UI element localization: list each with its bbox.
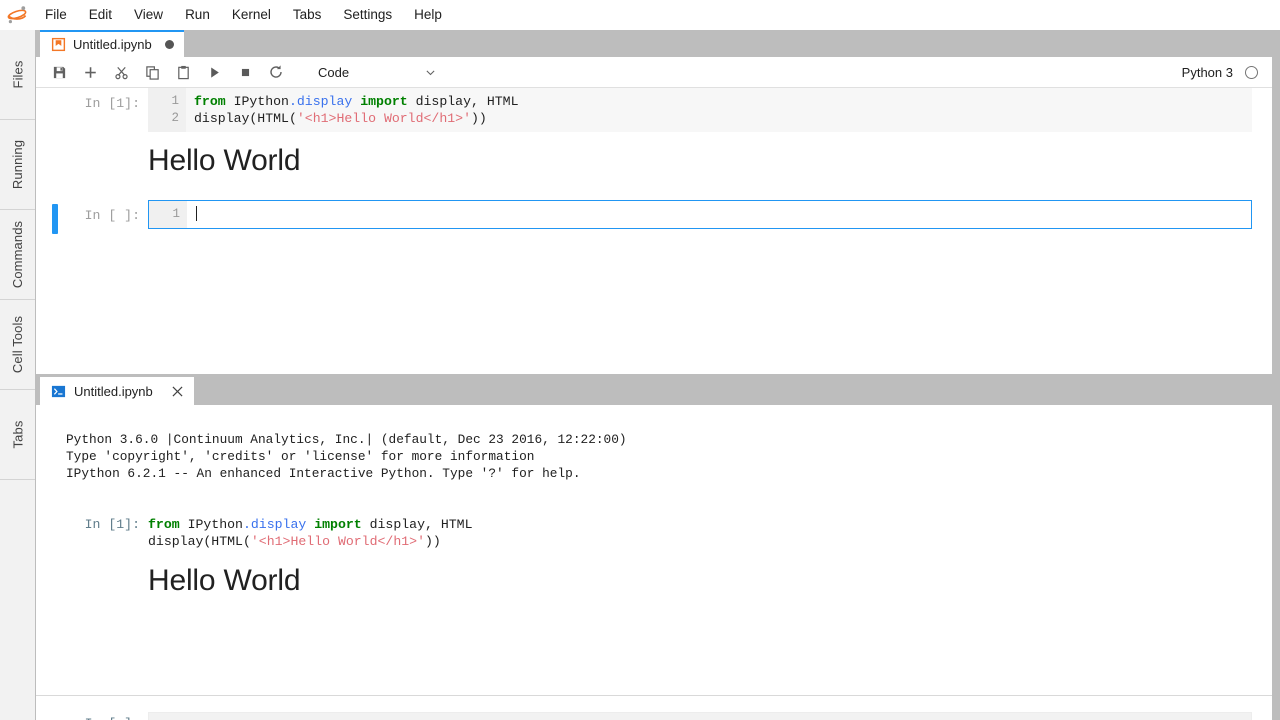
cell-source-code[interactable]: from IPython.display import display, HTM… [186, 88, 1252, 132]
console-input-editor[interactable] [148, 712, 1252, 720]
cell-source-code[interactable] [187, 201, 1251, 228]
insert-cell-button[interactable] [77, 59, 103, 85]
notebook-panel: Untitled.ipynb Code Python 3 In [1]: 1 2… [36, 30, 1272, 374]
sidebar-item-label: Files [9, 60, 25, 89]
kernel-status-icon[interactable] [1245, 65, 1258, 79]
console-output-heading: Hello World [148, 564, 301, 597]
cell-prompt: In [1]: [84, 96, 140, 111]
console-banner: Python 3.6.0 |Continuum Analytics, Inc.|… [66, 432, 627, 481]
tab-label: Untitled.ipynb [74, 383, 153, 399]
sidebar-item-files[interactable]: Files [0, 30, 35, 120]
cell-editor[interactable]: 1 [148, 199, 1252, 229]
notebook-cell[interactable]: In [1]: 12 from IPython.display import d… [36, 88, 1272, 186]
close-icon[interactable] [169, 383, 186, 400]
restart-icon [270, 65, 282, 78]
notebook-icon [51, 37, 66, 52]
console-content: Python 3.6.0 |Continuum Analytics, Inc.|… [36, 405, 1272, 695]
jupyter-logo-icon [0, 0, 34, 30]
play-icon [210, 66, 219, 78]
menu-item-kernel[interactable]: Kernel [221, 0, 282, 30]
copy-button[interactable] [139, 59, 165, 85]
line-number-gutter: 12 [148, 88, 186, 132]
sidebar-item-commands[interactable]: Commands [0, 210, 35, 300]
output-content: Hello World [148, 132, 1272, 186]
menu-item-file[interactable]: File [34, 0, 78, 30]
menu-item-edit[interactable]: Edit [78, 0, 123, 30]
paste-icon [177, 65, 189, 79]
menu-item-view[interactable]: View [123, 0, 174, 30]
text-cursor [196, 205, 197, 221]
menu-item-run[interactable]: Run [174, 0, 221, 30]
output-prompt [36, 132, 148, 186]
tab-label: Untitled.ipynb [73, 37, 152, 52]
cell-input-row: In [1]: 12 from IPython.display import d… [36, 88, 1272, 132]
cut-button[interactable] [108, 59, 134, 85]
cell-type-dropdown-button[interactable] [424, 66, 437, 79]
console-output-area: Hello World [36, 550, 1272, 600]
cell-editor[interactable]: 12 from IPython.display import display, … [148, 88, 1252, 132]
kernel-name-label: Python 3 [1181, 64, 1233, 80]
cell-output-area: Hello World [36, 132, 1272, 186]
sidebar-item-label: Running [10, 139, 26, 190]
notebook-toolbar: Code Python 3 [36, 57, 1272, 88]
chevron-down-icon [426, 70, 435, 75]
console-cell-prompt: In [1]: [84, 517, 140, 532]
copy-icon [145, 65, 159, 80]
left-sidebar: Files Running Commands Cell Tools Tabs [0, 30, 36, 720]
line-number-gutter: 1 [149, 200, 187, 228]
sidebar-item-label: Commands [10, 220, 25, 289]
menu-item-list: File Edit View Run Kernel Tabs Settings … [34, 0, 453, 30]
sidebar-item-tabs[interactable]: Tabs [0, 390, 35, 480]
jupyterlab-window: File Edit View Run Kernel Tabs Settings … [0, 0, 1280, 720]
unsaved-changes-icon [164, 40, 174, 49]
save-icon [53, 66, 65, 78]
output-heading: Hello World [148, 144, 301, 177]
dock-area: Untitled.ipynb Code Python 3 In [1]: 1 2… [36, 30, 1280, 720]
notebook-cell-area: In [1]: 12 from IPython.display import d… [36, 88, 1272, 374]
notebook-tab-bar: Untitled.ipynb [36, 30, 1272, 57]
sidebar-item-cell-tools[interactable]: Cell Tools [0, 300, 35, 390]
menu-item-tabs[interactable]: Tabs [282, 0, 333, 30]
console-panel: Untitled.ipynb Python 3.6.0 |Continuum A… [36, 376, 1272, 720]
restart-button[interactable] [263, 59, 289, 85]
plus-icon [84, 66, 96, 78]
console-icon [51, 385, 66, 397]
console-input-row[interactable]: In [ ]: [36, 700, 1272, 720]
stop-icon [241, 68, 249, 76]
paste-button[interactable] [170, 59, 196, 85]
sidebar-item-label: Tabs [10, 420, 25, 449]
dock-right-edge [1272, 30, 1280, 720]
console-cell: In [1]: from IPython.display import disp… [36, 482, 1272, 550]
active-cell-indicator [52, 203, 58, 234]
sidebar-item-label: Cell Tools [10, 315, 25, 374]
stop-button[interactable] [232, 59, 258, 85]
cell-type-select[interactable]: Code [318, 61, 398, 83]
tab-console-untitled[interactable]: Untitled.ipynb [40, 377, 194, 405]
console-cell-source: from IPython.display import display, HTM… [148, 517, 473, 549]
tab-notebook-untitled[interactable]: Untitled.ipynb [40, 30, 184, 57]
cell-type-value: Code [318, 64, 350, 80]
sidebar-item-running[interactable]: Running [0, 120, 35, 210]
menu-item-settings[interactable]: Settings [332, 0, 403, 30]
scissors-icon [114, 66, 128, 79]
menu-bar: File Edit View Run Kernel Tabs Settings … [0, 0, 1280, 30]
sidebar-filler [0, 480, 35, 720]
save-button[interactable] [46, 59, 72, 85]
menu-item-help[interactable]: Help [403, 0, 453, 30]
run-button[interactable] [201, 59, 227, 85]
console-input-prompt: In [ ]: [36, 715, 148, 720]
notebook-cell-active[interactable]: In [ ]: 1 [36, 199, 1272, 234]
cell-input-row: In [ ]: 1 [36, 199, 1272, 229]
